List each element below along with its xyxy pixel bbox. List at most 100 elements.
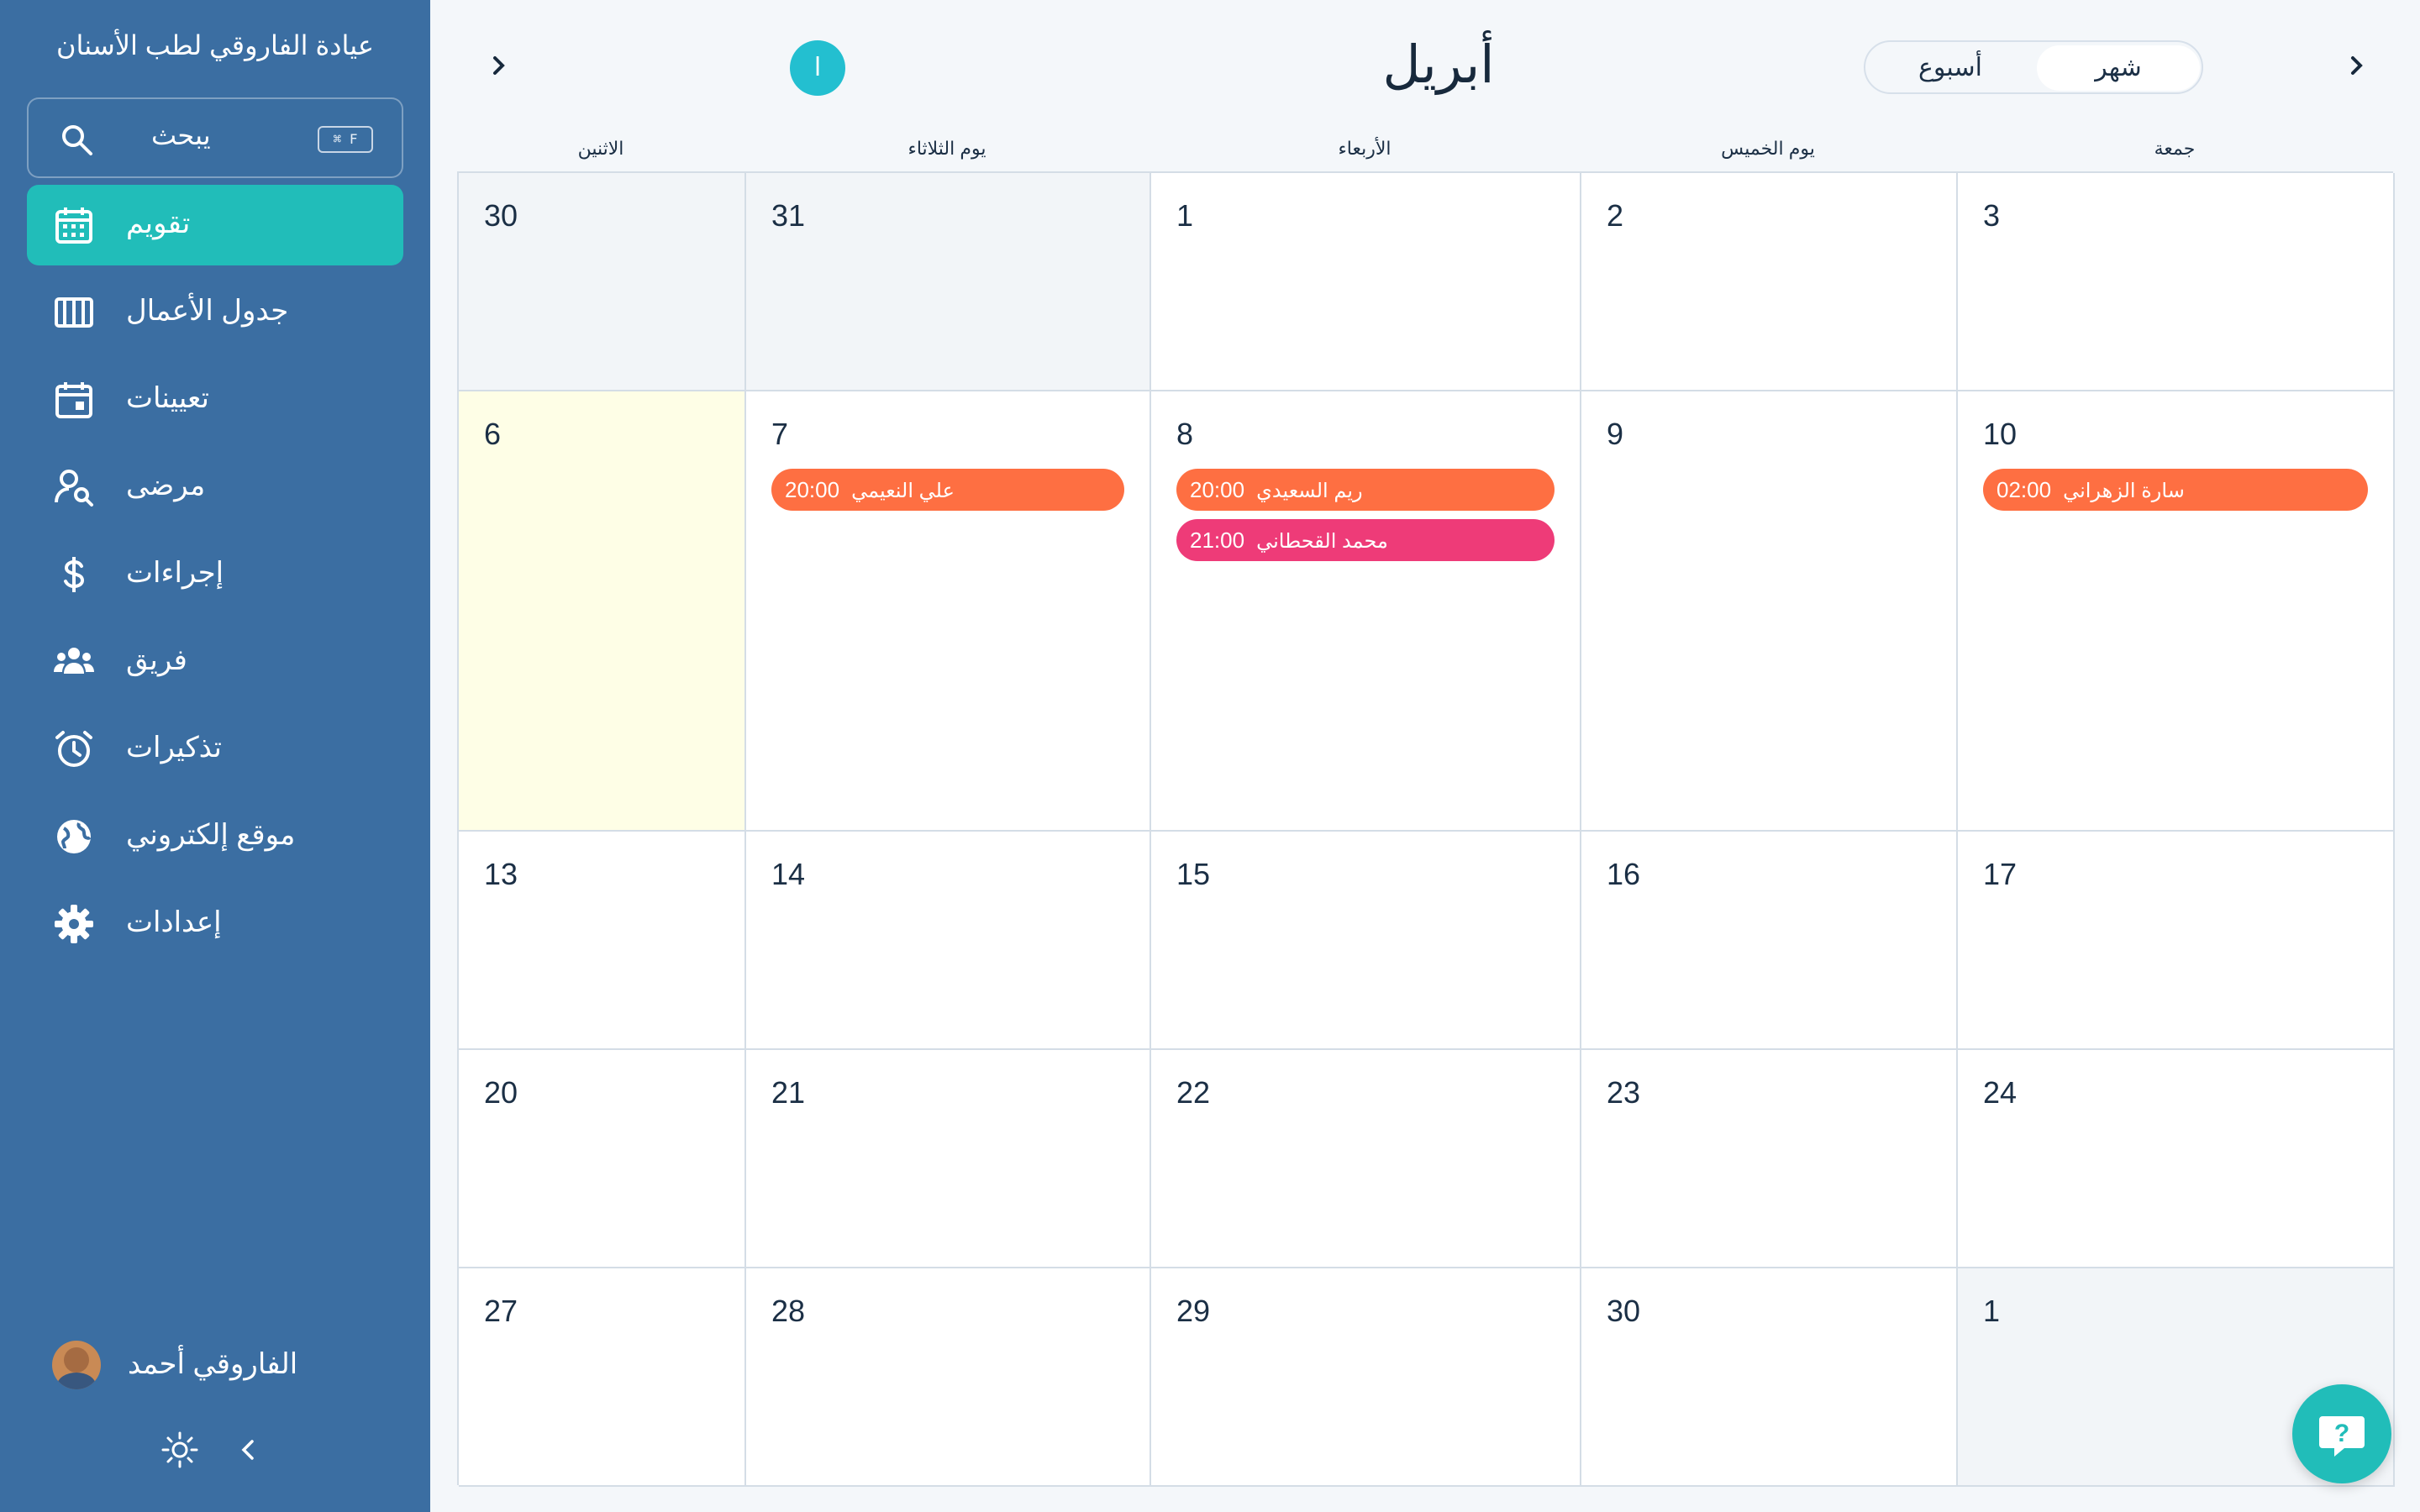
sidebar-item-patients[interactable]: مرضى (27, 447, 403, 528)
calendar-day-cell[interactable]: 22 (1151, 1050, 1581, 1268)
day-number: 30 (1607, 1294, 1641, 1328)
appointment-event[interactable]: 20:00 ريم السعيدي (1176, 469, 1555, 511)
sidebar-item-appointments[interactable]: تعيينات (27, 360, 403, 440)
appointment-event[interactable]: 21:00 محمد القحطاني (1176, 519, 1555, 561)
sidebar-item-website[interactable]: موقع إلكتروني (27, 796, 403, 877)
avatar (52, 1341, 101, 1389)
calendar-day-cell[interactable]: 13 (459, 832, 746, 1050)
month-view-button[interactable]: شهر (2037, 45, 2200, 91)
day-number: 7 (771, 417, 789, 451)
search-label: يبحث (151, 120, 211, 150)
day-header-tuesday: يوم الثلاثاء (908, 138, 986, 159)
appointment-event[interactable]: 02:00 سارة الزهراني (1983, 469, 2368, 511)
prev-month-button[interactable] (476, 42, 523, 89)
sun-icon[interactable] (161, 1431, 198, 1468)
day-number: 22 (1176, 1075, 1211, 1110)
day-header-thursday: يوم الخميس (1721, 138, 1815, 159)
sidebar-item-team[interactable]: فريق (27, 622, 403, 702)
calendar-day-cell[interactable]: 1 (1151, 173, 1581, 391)
day-header-monday: الاثنين (577, 138, 624, 159)
calendar-day-cell[interactable]: 2 (1581, 173, 1958, 391)
calendar-day-cell[interactable]: 20 (459, 1050, 746, 1268)
sidebar-item-settings[interactable]: إعدادات (27, 884, 403, 964)
calendar-day-cell[interactable]: 21 (746, 1050, 1151, 1268)
day-number: 1 (1983, 1294, 2001, 1328)
calendar-day-cell[interactable]: 27 (459, 1268, 746, 1487)
day-number: 20 (484, 1075, 518, 1110)
day-number: 9 (1607, 417, 1624, 451)
calendar-day-cell[interactable]: 17 (1958, 832, 2395, 1050)
calendar-day-cell[interactable]: 3 (1958, 173, 2395, 391)
globe-icon (57, 820, 92, 853)
event-patient-name: سارة الزهراني (2063, 480, 2185, 502)
clinic-name: عيادة الفاروقي لطب الأسنان (56, 30, 374, 60)
day-number: 2 (1607, 198, 1624, 233)
day-number: 30 (484, 198, 518, 233)
calendar-day-cell[interactable]: 23 (1581, 1050, 1958, 1268)
calendar-day-cell[interactable]: 6 (459, 391, 746, 832)
sidebar-nav: تقويم جدول الأعمال تعيينات مرضى إجراءات … (27, 185, 403, 971)
event-patient-name: علي النعيمي (851, 480, 955, 502)
day-header-friday: جمعة (2154, 138, 2196, 159)
day-number: 31 (771, 198, 806, 233)
calendar-day-cell[interactable]: 15 (1151, 832, 1581, 1050)
day-number: 1 (1176, 198, 1194, 233)
calendar-day-cell[interactable]: 16 (1581, 832, 1958, 1050)
day-number: 23 (1607, 1075, 1641, 1110)
month-title: أبريل (1382, 36, 1495, 94)
calendar-event-icon (55, 382, 92, 418)
sidebar-item-label: إجراءات (126, 557, 224, 589)
calendar-day-cell[interactable]: 10 02:00 سارة الزهراني (1958, 391, 2395, 832)
sidebar-item-label: فريق (126, 644, 187, 676)
status-badge[interactable]: ا (790, 40, 845, 96)
appointment-event[interactable]: 20:00 علي النعيمي (771, 469, 1124, 511)
collapse-sidebar-icon[interactable] (237, 1438, 260, 1462)
sidebar-item-label: تقويم (126, 207, 191, 239)
day-number: 29 (1176, 1294, 1211, 1328)
sidebar-footer (160, 1428, 277, 1470)
user-name: الفاروقي أحمد (128, 1348, 298, 1380)
event-time: 21:00 (1190, 528, 1245, 553)
calendar-day-cell[interactable]: 14 (746, 832, 1151, 1050)
day-header-wednesday: الأربعاء (1338, 138, 1392, 159)
week-view-button[interactable]: أسبوع (1869, 45, 2032, 91)
day-number: 10 (1983, 417, 2018, 451)
search-icon (62, 125, 92, 155)
next-month-button[interactable] (2333, 42, 2380, 89)
calendar-day-cell[interactable]: 30 (459, 173, 746, 391)
calendar-day-cell[interactable]: 29 (1151, 1268, 1581, 1487)
sidebar-item-agenda[interactable]: جدول الأعمال (27, 272, 403, 353)
calendar-day-cell[interactable]: 30 (1581, 1268, 1958, 1487)
sidebar-item-procedures[interactable]: إجراءات (27, 534, 403, 615)
help-icon: ? (2319, 1416, 2365, 1457)
event-time: 20:00 (785, 477, 840, 502)
day-number: 3 (1983, 198, 2001, 233)
day-number: 27 (484, 1294, 518, 1328)
sidebar-item-calendar[interactable]: تقويم (27, 185, 403, 265)
sidebar: عيادة الفاروقي لطب الأسنان يبحث ⌘ F تقوي… (0, 0, 430, 1512)
day-number: 21 (771, 1075, 806, 1110)
calendar-day-cell[interactable]: 9 (1581, 391, 1958, 832)
shortcut-badge: ⌘ F (318, 126, 373, 153)
search-input[interactable]: يبحث ⌘ F (27, 97, 403, 178)
user-search-icon (55, 470, 93, 507)
calendar-day-cell[interactable]: 28 (746, 1268, 1151, 1487)
dollar-icon (64, 557, 85, 592)
day-number: 6 (484, 417, 502, 451)
sidebar-item-label: جدول الأعمال (126, 295, 289, 327)
calendar-day-cell[interactable]: 31 (746, 173, 1151, 391)
team-icon (54, 648, 94, 674)
calendar-day-cell[interactable]: 24 (1958, 1050, 2395, 1268)
svg-text:?: ? (2334, 1420, 2349, 1447)
chevron-right-icon (2351, 56, 2363, 75)
event-time: 02:00 (1996, 477, 2052, 502)
user-profile[interactable]: الفاروقي أحمد (52, 1341, 405, 1391)
calendar-day-cell[interactable]: 7 20:00 علي النعيمي (746, 391, 1151, 832)
columns-icon (55, 297, 93, 328)
event-patient-name: محمد القحطاني (1256, 530, 1388, 553)
sidebar-item-label: مرضى (126, 470, 206, 501)
help-button[interactable]: ? (2292, 1384, 2391, 1483)
calendar-day-cell[interactable]: 8 20:00 ريم السعيدي 21:00 محمد القحطاني (1151, 391, 1581, 832)
sidebar-item-reminders[interactable]: تذكيرات (27, 709, 403, 790)
gear-icon (55, 905, 93, 943)
